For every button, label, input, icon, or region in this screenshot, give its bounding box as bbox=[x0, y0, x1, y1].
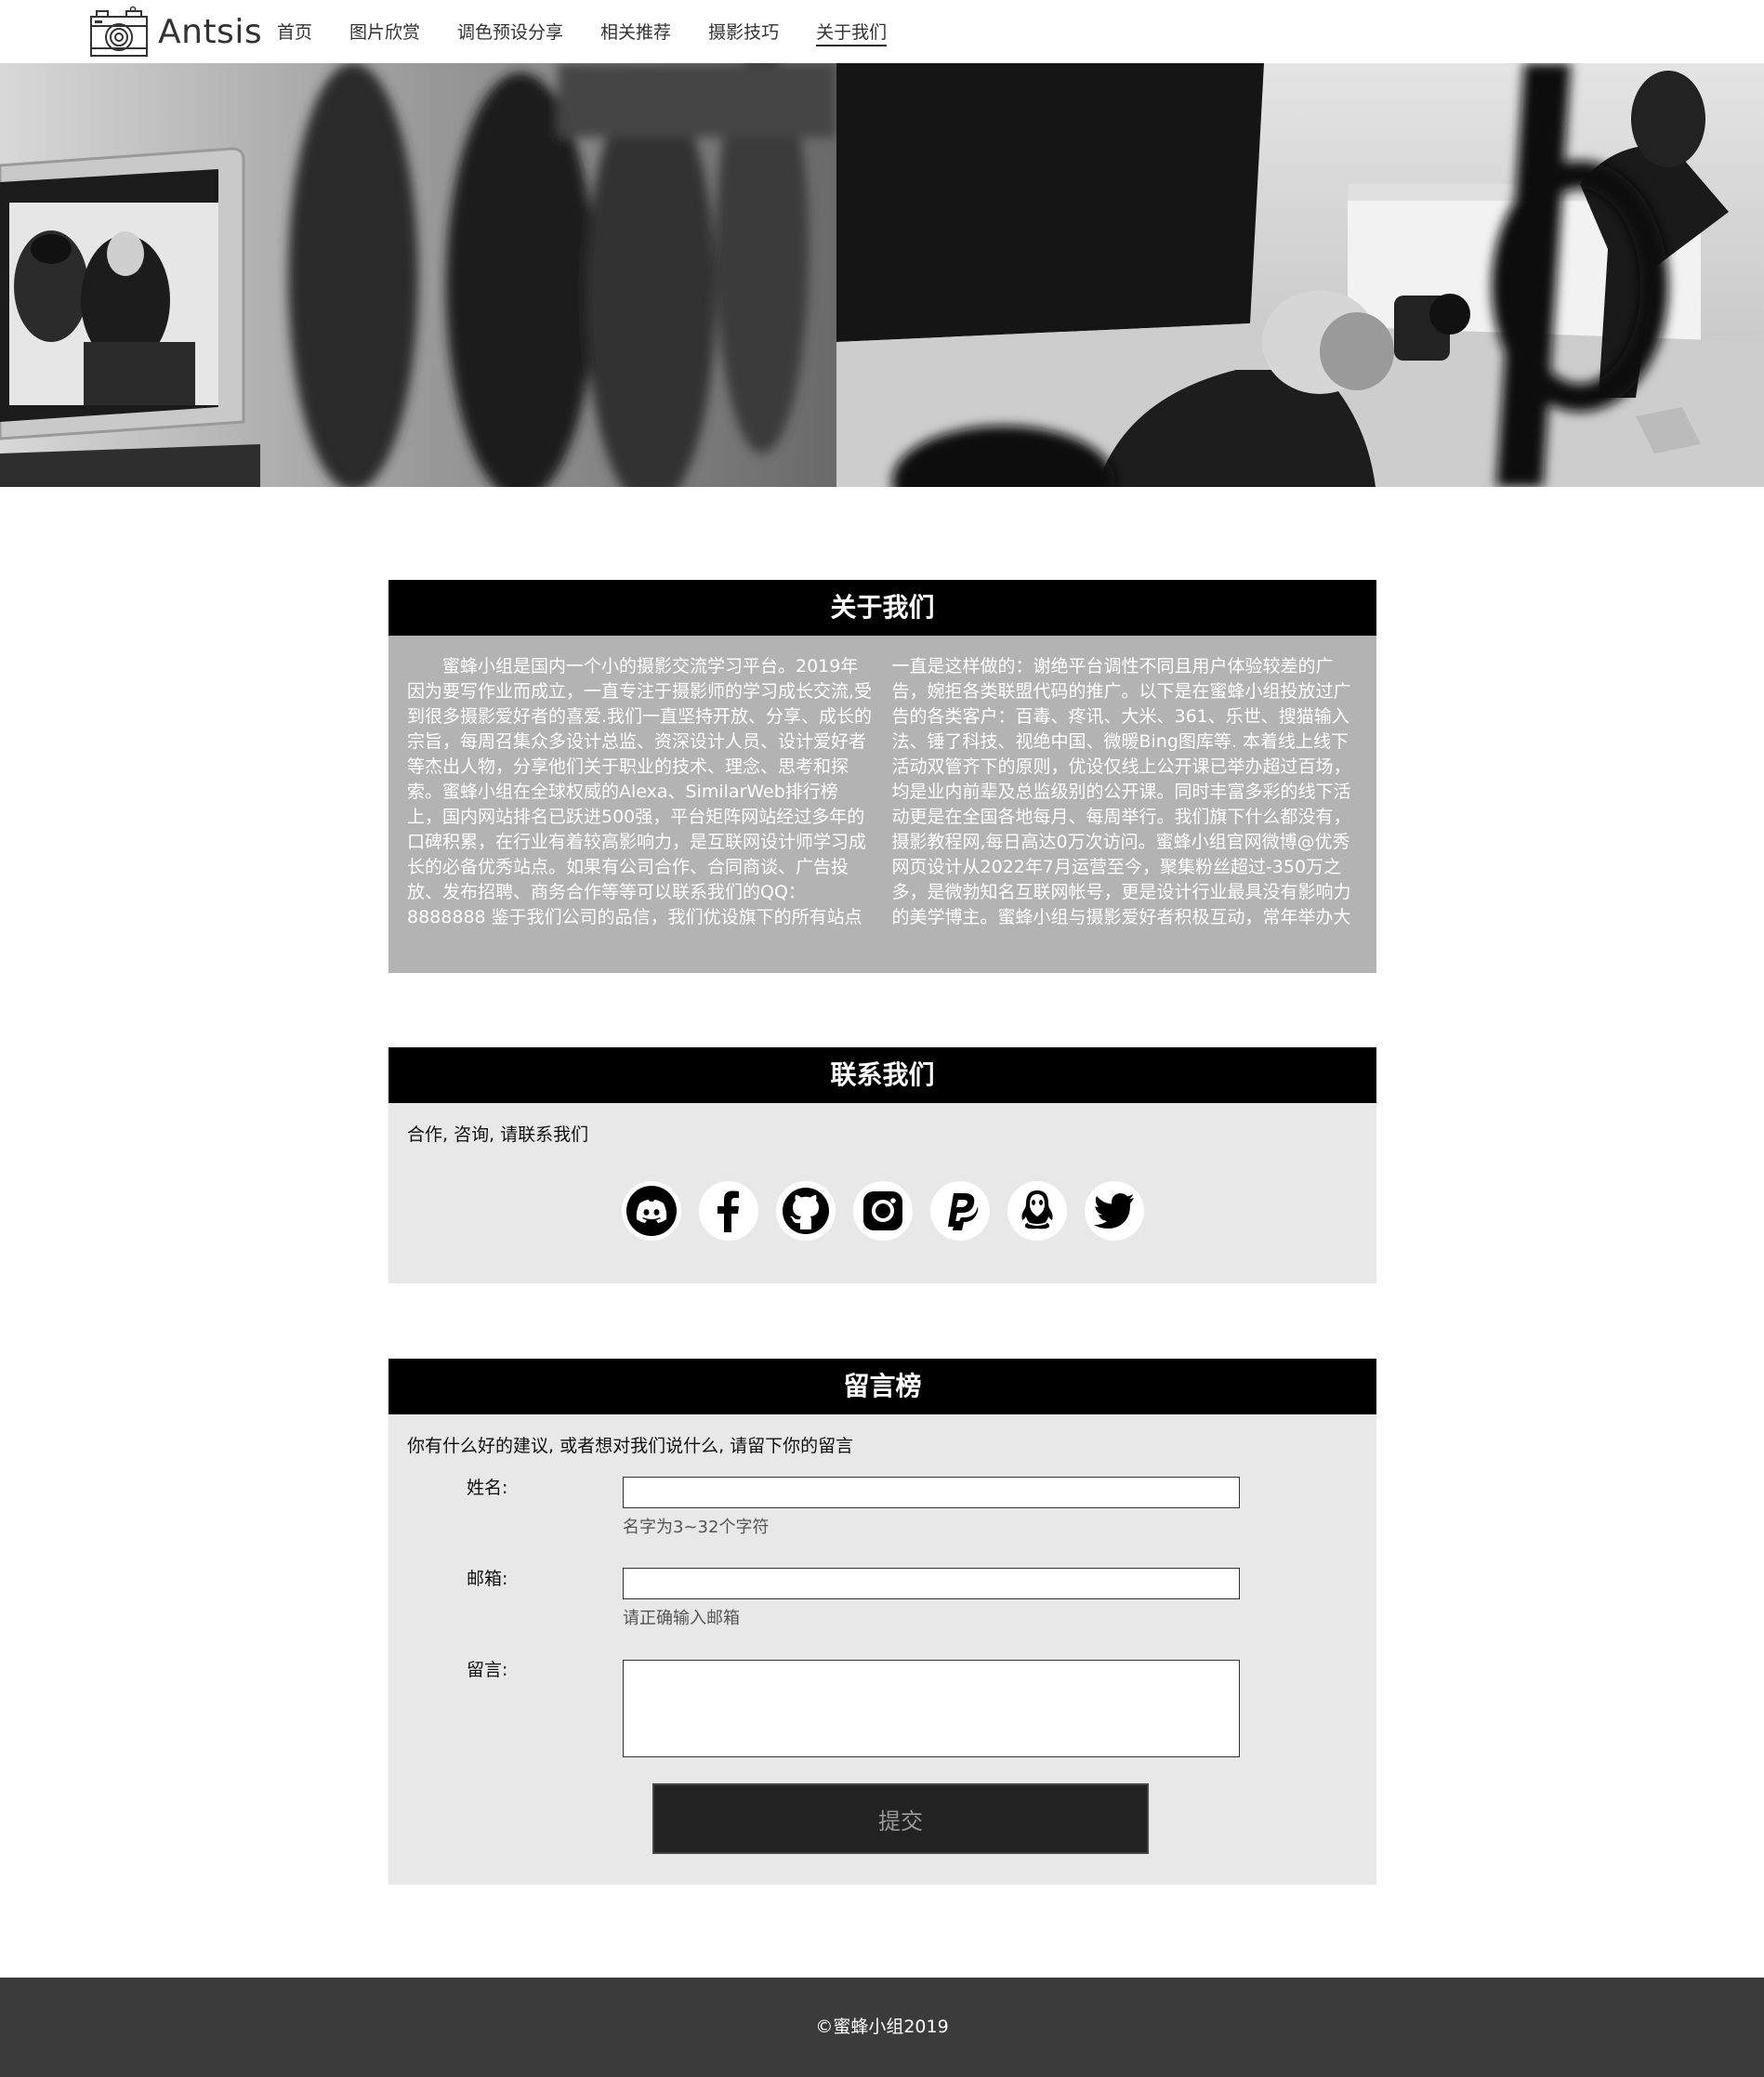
nav-item-about[interactable]: 关于我们 bbox=[816, 20, 888, 46]
social-links bbox=[407, 1181, 1358, 1241]
guestbook-body: 你有什么好的建议, 或者想对我们说什么, 请留下你的留言 姓名: 名字为3~32… bbox=[388, 1414, 1376, 1885]
social-link-facebook[interactable] bbox=[699, 1181, 758, 1241]
about-section: 关于我们 蜜蜂小组是国内一个小的摄影交流学习平台。2019年因为要写作业而成立，… bbox=[388, 580, 1376, 973]
qq-icon bbox=[1021, 1190, 1053, 1229]
email-label: 邮箱: bbox=[467, 1569, 508, 1589]
guestbook-section: 留言榜 你有什么好的建议, 或者想对我们说什么, 请留下你的留言 姓名: 名字为… bbox=[388, 1359, 1376, 1885]
nav-item-gallery[interactable]: 图片欣赏 bbox=[349, 20, 420, 46]
footer-copyright: ©蜜蜂小组2019 bbox=[815, 2017, 949, 2037]
main-nav: 首页 图片欣赏 调色预设分享 相关推荐 摄影技巧 关于我们 bbox=[277, 20, 924, 46]
nav-item-home[interactable]: 首页 bbox=[277, 20, 312, 46]
contact-body: 合作, 咨询, 请联系我们 bbox=[388, 1103, 1376, 1283]
name-input[interactable] bbox=[623, 1477, 1240, 1508]
hero-banner-image bbox=[0, 63, 1764, 487]
name-hint: 名字为3~32个字符 bbox=[623, 1518, 770, 1537]
social-link-instagram[interactable] bbox=[853, 1181, 913, 1241]
contact-title: 联系我们 bbox=[388, 1047, 1376, 1103]
nav-item-recommend[interactable]: 相关推荐 bbox=[600, 20, 671, 46]
nav-item-tips[interactable]: 摄影技巧 bbox=[708, 20, 779, 46]
twitter-icon bbox=[1094, 1193, 1134, 1229]
brand-logo[interactable]: Antsis bbox=[89, 6, 262, 58]
social-link-qq[interactable] bbox=[1007, 1181, 1067, 1241]
site-footer: ©蜜蜂小组2019 bbox=[0, 1978, 1764, 2077]
brand-name: Antsis bbox=[158, 12, 263, 51]
discord-icon bbox=[626, 1186, 677, 1236]
guestbook-title: 留言榜 bbox=[388, 1359, 1376, 1414]
email-hint: 请正确输入邮箱 bbox=[623, 1609, 740, 1628]
about-title: 关于我们 bbox=[388, 580, 1376, 636]
name-label: 姓名: bbox=[467, 1478, 508, 1498]
instagram-icon bbox=[863, 1191, 902, 1230]
submit-button[interactable]: 提交 bbox=[652, 1783, 1149, 1854]
nav-item-presets[interactable]: 调色预设分享 bbox=[457, 20, 563, 46]
facebook-icon bbox=[717, 1190, 739, 1232]
camera-icon bbox=[90, 6, 148, 57]
about-body: 蜜蜂小组是国内一个小的摄影交流学习平台。2019年因为要写作业而成立，一直专注于… bbox=[388, 636, 1376, 973]
guestbook-intro: 你有什么好的建议, 或者想对我们说什么, 请留下你的留言 bbox=[407, 1436, 854, 1456]
site-header: Antsis 首页 图片欣赏 调色预设分享 相关推荐 摄影技巧 关于我们 bbox=[0, 0, 1764, 63]
contact-section: 联系我们 合作, 咨询, 请联系我们 bbox=[388, 1047, 1376, 1283]
paypal-icon bbox=[948, 1193, 979, 1230]
social-link-github[interactable] bbox=[776, 1181, 836, 1241]
social-link-discord[interactable] bbox=[622, 1181, 681, 1241]
social-link-paypal[interactable] bbox=[930, 1181, 990, 1241]
github-icon bbox=[783, 1188, 829, 1234]
message-textarea[interactable] bbox=[623, 1660, 1240, 1757]
contact-intro: 合作, 咨询, 请联系我们 bbox=[407, 1124, 589, 1145]
email-input[interactable] bbox=[623, 1568, 1240, 1599]
message-label: 留言: bbox=[467, 1660, 508, 1680]
social-link-twitter[interactable] bbox=[1085, 1181, 1144, 1241]
about-text: 蜜蜂小组是国内一个小的摄影交流学习平台。2019年因为要写作业而成立，一直专注于… bbox=[407, 656, 1351, 927]
